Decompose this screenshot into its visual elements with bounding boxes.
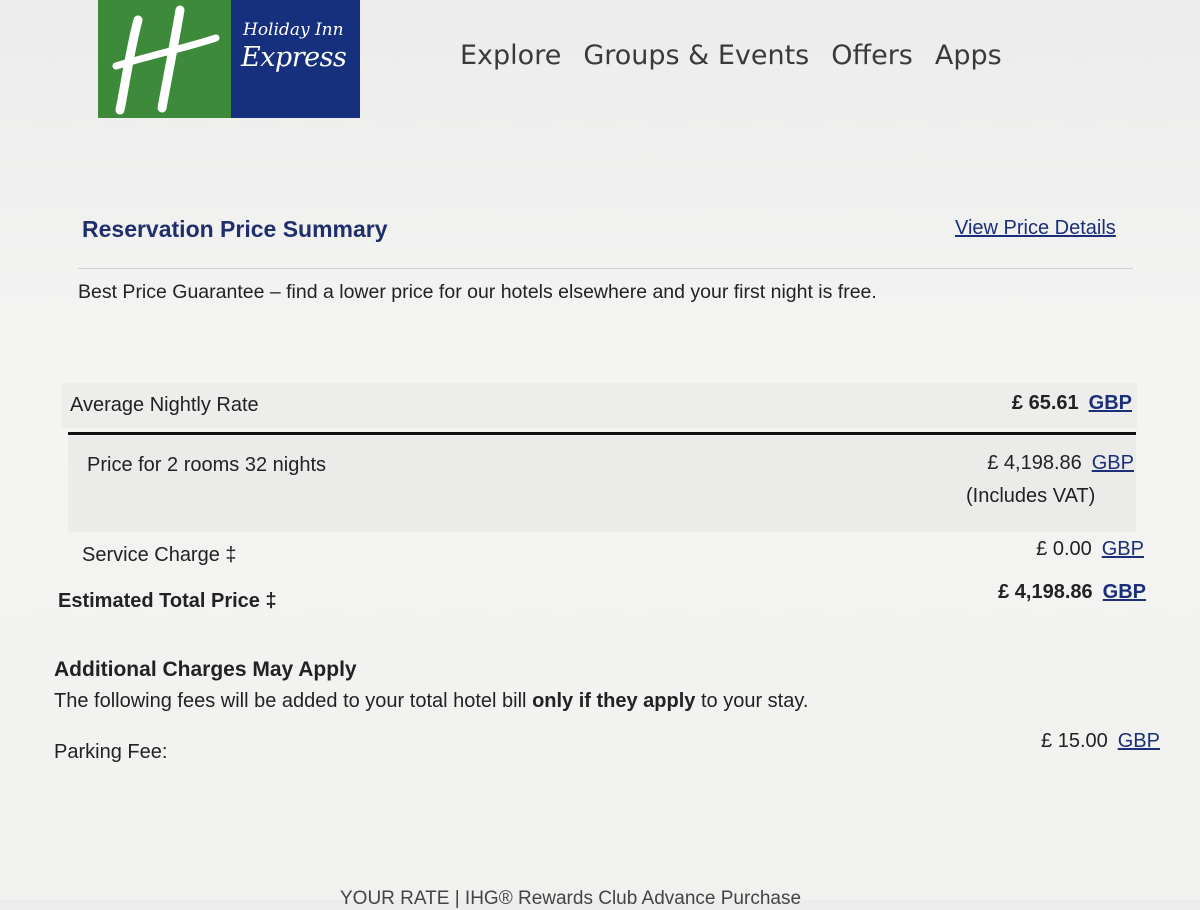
additional-text-bold: only if they apply xyxy=(532,690,696,712)
nav-groups-events[interactable]: Groups & Events xyxy=(583,40,809,71)
additional-text-before: The following fees will be added to your… xyxy=(54,690,533,712)
divider-thick xyxy=(68,432,1136,435)
total-price-label: Estimated Total Price ‡ xyxy=(58,590,277,612)
parking-fee-currency-link[interactable]: GBP xyxy=(1118,730,1160,752)
best-price-guarantee-text: Best Price Guarantee – find a lower pric… xyxy=(78,281,877,303)
price-value: £ 4,198.86 GBP xyxy=(987,452,1134,475)
nav-apps[interactable]: Apps xyxy=(935,40,1002,71)
view-price-details-link[interactable]: View Price Details xyxy=(955,217,1116,240)
divider xyxy=(78,268,1133,269)
total-price-amount: £ 4,198.86 xyxy=(998,581,1093,603)
total-price-currency-link[interactable]: GBP xyxy=(1103,581,1146,603)
additional-charges-text: The following fees will be added to your… xyxy=(54,690,808,713)
page-title: Reservation Price Summary xyxy=(82,216,388,242)
logo-wordmark: Holiday Inn Express xyxy=(231,0,360,118)
main-nav: Explore Groups & Events Offers Apps xyxy=(460,40,1002,71)
price-amount: £ 4,198.86 xyxy=(987,452,1082,474)
logo-line1: Holiday Inn xyxy=(243,20,344,40)
average-rate-label: Average Nightly Rate xyxy=(70,394,259,416)
logo-line2: Express xyxy=(241,42,347,73)
logo-h-mark xyxy=(98,0,231,118)
additional-charges-title: Additional Charges May Apply xyxy=(54,658,357,681)
nav-offers[interactable]: Offers xyxy=(831,40,913,71)
parking-fee-amount: £ 15.00 xyxy=(1041,730,1108,752)
service-charge-label: Service Charge ‡ xyxy=(82,544,237,566)
service-charge-currency-link[interactable]: GBP xyxy=(1102,538,1144,560)
logo-h-icon xyxy=(112,5,220,115)
rate-footer-text: YOUR RATE | IHG® Rewards Club Advance Pu… xyxy=(340,888,802,909)
nav-explore[interactable]: Explore xyxy=(460,40,561,71)
price-label: Price for 2 rooms 32 nights xyxy=(87,454,326,476)
additional-text-after: to your stay. xyxy=(695,690,809,712)
service-charge-value: £ 0.00 GBP xyxy=(1036,538,1144,561)
service-charge-amount: £ 0.00 xyxy=(1036,538,1092,560)
parking-fee-label: Parking Fee: xyxy=(54,741,168,763)
vat-note: (Includes VAT) xyxy=(966,485,1096,507)
holiday-inn-express-logo[interactable]: Holiday Inn Express xyxy=(98,0,360,118)
average-rate-value: £ 65.61 GBP xyxy=(1012,392,1132,415)
total-price-value: £ 4,198.86 GBP xyxy=(998,581,1146,604)
average-rate-amount: £ 65.61 xyxy=(1011,392,1079,414)
average-rate-currency-link[interactable]: GBP xyxy=(1089,392,1132,414)
price-row xyxy=(68,436,1136,532)
parking-fee-value: £ 15.00 GBP xyxy=(1041,730,1160,753)
price-currency-link[interactable]: GBP xyxy=(1092,452,1134,474)
